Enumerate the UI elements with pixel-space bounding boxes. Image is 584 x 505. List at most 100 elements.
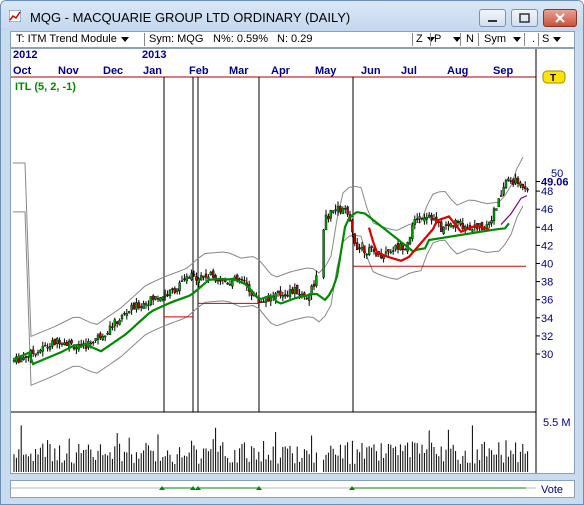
candle-body	[123, 312, 126, 315]
candle-body	[504, 179, 508, 188]
candle-body	[259, 301, 263, 303]
candle-body	[339, 206, 342, 213]
candle-body	[324, 214, 328, 231]
candle-body	[459, 220, 462, 225]
candle-body	[262, 301, 265, 303]
price-chart[interactable]: 2012 2013 Oct Nov Dec Jan Feb Mar Apr Ma…	[10, 48, 575, 474]
candle-body	[166, 294, 169, 296]
candle-body	[154, 296, 157, 300]
candle-body	[492, 208, 496, 222]
month-label: Nov	[58, 65, 80, 77]
minimize-button[interactable]	[479, 9, 506, 27]
candle-body	[461, 223, 464, 229]
candle-body	[113, 319, 117, 327]
candle-body	[444, 224, 448, 226]
candle-body	[202, 275, 205, 278]
candle-body	[305, 297, 308, 300]
strategy-dropdown[interactable]: T: ITM Trend Module	[16, 33, 129, 46]
candle-body	[94, 338, 97, 341]
candle-body	[418, 216, 421, 220]
candle-body	[142, 302, 145, 309]
candle-body	[192, 273, 196, 276]
candle-body	[341, 208, 344, 215]
candle-body	[502, 186, 505, 195]
candle-body	[471, 229, 474, 232]
candle-body	[396, 243, 400, 250]
candle-body	[163, 294, 167, 298]
period-dropdown[interactable]: P	[434, 33, 462, 46]
candle-body	[231, 279, 234, 287]
chart-app-icon	[9, 10, 21, 22]
candle-body	[197, 278, 201, 283]
price-tick-label: 32	[541, 331, 553, 343]
candle-body	[442, 226, 445, 234]
candle-body	[44, 345, 47, 347]
price-chart-canvas[interactable]: 2012 2013 Oct Nov Dec Jan Feb Mar Apr Ma…	[11, 49, 574, 473]
candle-body	[199, 275, 203, 281]
candle-body	[521, 184, 524, 189]
candle-body	[387, 249, 390, 252]
candle-body	[353, 233, 356, 244]
n-percent-label: N%: 0.59%	[213, 33, 269, 45]
candle-body	[264, 299, 268, 303]
minimize-icon	[488, 20, 497, 22]
month-label: Oct	[13, 65, 32, 77]
title-bar[interactable]: MQG - MACQUARIE GROUP LTD ORDINARY (DAIL…	[1, 1, 583, 31]
n-value-label: N: 0.29	[277, 33, 313, 45]
candle-body	[228, 284, 232, 286]
candle-body	[51, 340, 54, 347]
dot-button[interactable]: .	[532, 33, 535, 46]
price-tick-label: 50	[551, 168, 563, 180]
candle-body	[276, 291, 280, 293]
symbol-dropdown[interactable]: Sym	[484, 33, 521, 46]
candle-body	[449, 223, 452, 228]
candle-body	[127, 311, 131, 314]
candle-body	[440, 221, 443, 232]
close-button[interactable]	[543, 9, 577, 27]
candle-body	[187, 277, 191, 279]
zoom-button[interactable]: Z	[416, 33, 435, 46]
candle-body	[322, 229, 325, 278]
symbol-label: Sym: MQG	[149, 33, 204, 45]
candle-body	[408, 237, 412, 245]
candle-body	[60, 343, 64, 345]
candle-body	[161, 296, 165, 300]
s-dropdown[interactable]: S	[542, 33, 562, 46]
candle-body	[108, 325, 112, 336]
candle-body	[368, 247, 371, 255]
candle-body	[298, 294, 301, 296]
candle-body	[12, 360, 16, 362]
chevron-down-icon	[513, 36, 521, 42]
candle-body	[190, 272, 193, 280]
maximize-button[interactable]	[511, 9, 538, 27]
candle-body	[485, 224, 488, 228]
candle-body	[437, 221, 440, 224]
candle-body	[156, 298, 160, 300]
candle-body	[91, 341, 95, 344]
candle-body	[135, 302, 138, 310]
zoom-label: Z	[416, 33, 423, 45]
candle-body	[432, 218, 436, 221]
candle-body	[24, 356, 28, 358]
month-label: Feb	[189, 65, 209, 77]
candle-body	[404, 248, 407, 251]
candle-body	[211, 270, 215, 278]
month-label: Jan	[143, 65, 162, 77]
candle-body	[171, 288, 174, 290]
candle-body	[111, 326, 114, 328]
candle-body	[399, 243, 402, 251]
window-title: MQG - MACQUARIE GROUP LTD ORDINARY (DAIL…	[30, 10, 351, 25]
maximize-icon	[519, 13, 530, 23]
candle-body	[428, 214, 431, 218]
price-tick-label: 40	[541, 259, 553, 271]
candle-body	[46, 346, 49, 349]
candle-body	[53, 338, 56, 345]
candle-body	[180, 280, 184, 282]
candle-body	[238, 278, 241, 280]
n-button[interactable]: N	[466, 33, 474, 46]
candle-body	[452, 225, 455, 227]
candle-body	[488, 221, 491, 225]
month-label: Sep	[493, 65, 513, 77]
candle-body	[363, 245, 366, 254]
t-marker: T	[550, 73, 556, 84]
